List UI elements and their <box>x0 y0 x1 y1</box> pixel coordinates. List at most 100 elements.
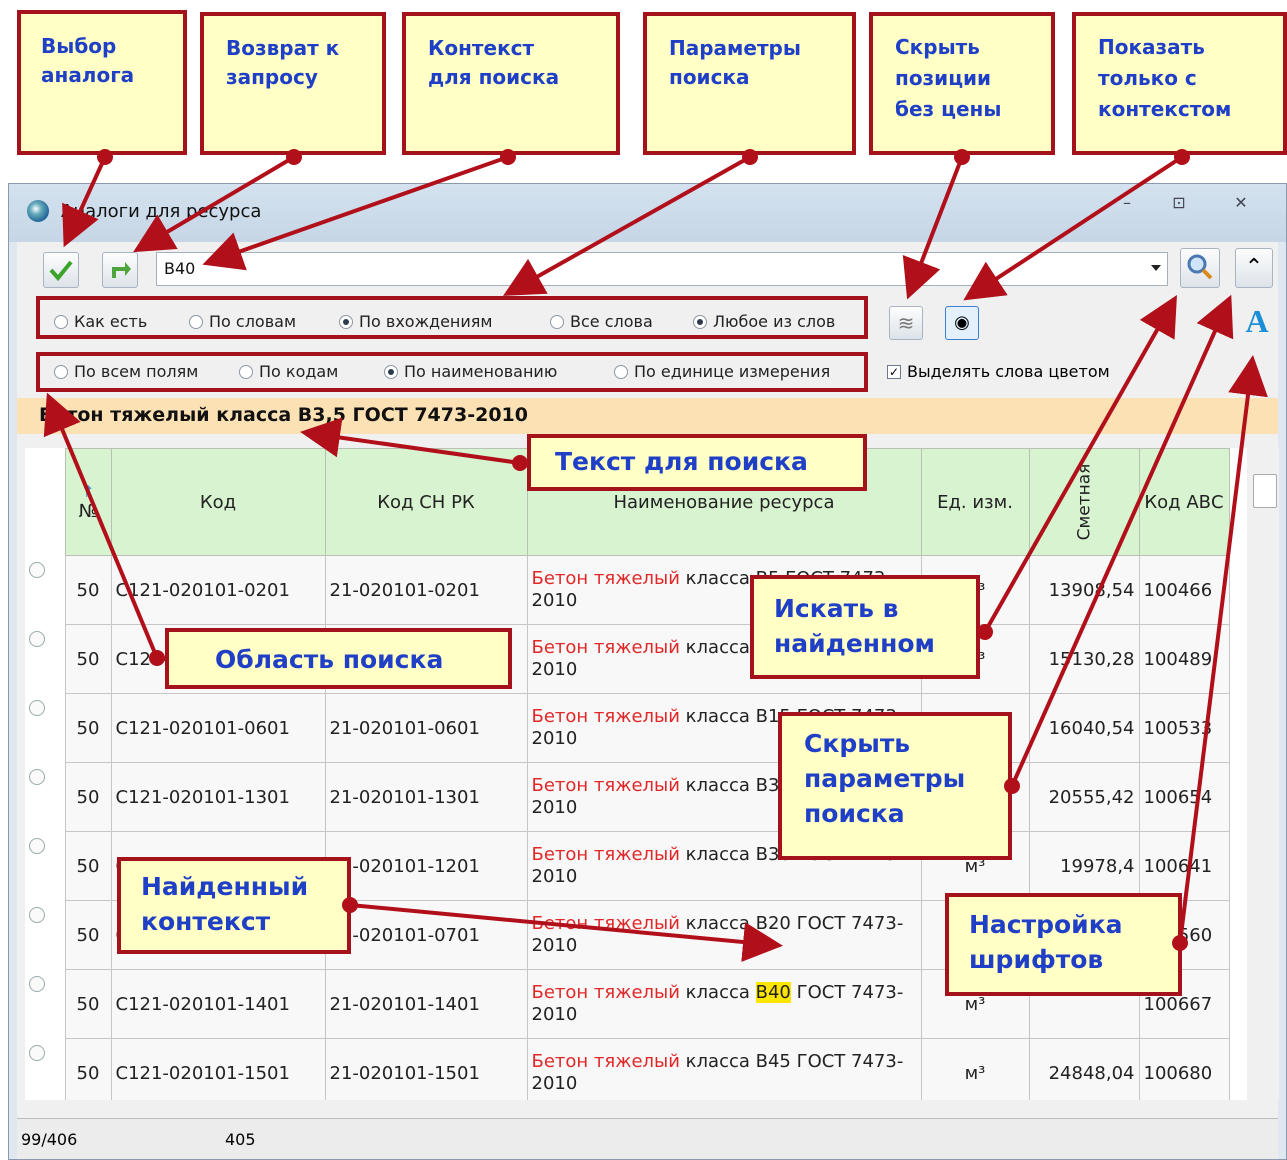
status-count: 405 <box>225 1130 256 1149</box>
radio-by-name[interactable]: По наименованию <box>384 362 557 381</box>
header-estimate[interactable]: Сметная <box>1028 448 1140 556</box>
row-select-radio[interactable] <box>25 555 65 625</box>
cell-snrk-code: 21-020101-1201 <box>324 831 528 901</box>
row-select-radio[interactable] <box>25 969 65 1039</box>
cell-price: 15130,28 <box>1028 624 1140 694</box>
callout-search-params: Параметры поиска <box>643 12 856 155</box>
name-highlight: Бетон тяжелый <box>531 843 680 865</box>
magnifier-icon <box>1187 254 1213 280</box>
vertical-scrollbar[interactable] <box>1249 448 1279 1100</box>
row-select-radio[interactable] <box>25 693 65 763</box>
table-row[interactable]: 50 C121-020101-1501 21-020101-1501 Бетон тя… <box>25 1038 1230 1100</box>
header-code[interactable]: Код <box>110 448 326 556</box>
window-title: Аналоги для ресурса <box>61 201 262 222</box>
cell-price: 13908,54 <box>1028 555 1140 625</box>
cell-number: 50 <box>64 1038 112 1100</box>
cell-abc-code: 100680 <box>1138 1038 1230 1100</box>
cell-snrk-code: 21-020101-1501 <box>324 1038 528 1100</box>
cell-price: 24848,04 <box>1028 1038 1140 1100</box>
status-position: 99/406 <box>21 1130 78 1149</box>
coins-icon[interactable]: ≋ <box>889 306 923 340</box>
search-combobox[interactable]: B40 <box>156 252 1168 286</box>
table-row[interactable]: 50 C121-020101-1301 21-020101-1301 Бетон тя… <box>25 762 1230 832</box>
found-context-highlight: B40 <box>755 981 791 1003</box>
cell-abc-code: 100489 <box>1138 624 1230 694</box>
double-chevron-up-icon[interactable]: ⌃ <box>1235 248 1273 288</box>
radio-by-words[interactable]: По словам <box>189 312 296 331</box>
cell-price: 16040,54 <box>1028 693 1140 763</box>
callout-font-settings: Настройка шрифтов <box>945 893 1182 996</box>
header-snrk-code[interactable]: Код СН РК <box>324 448 528 556</box>
table-row[interactable]: 50 C121-020101-0601 21-020101-0601 Бетон тя… <box>25 693 1230 763</box>
cell-number: 50 <box>64 900 112 970</box>
cell-abc-code: 100654 <box>1138 762 1230 832</box>
name-highlight: Бетон тяжелый <box>531 981 680 1003</box>
callout-hide-params: Скрыть параметры поиска <box>778 712 1012 860</box>
status-bar: 99/406 405 <box>17 1118 1278 1159</box>
close-button[interactable]: ✕ <box>1221 190 1261 216</box>
header-number[interactable]: ⇑ № <box>64 448 112 556</box>
minimize-button[interactable]: – <box>1107 190 1147 216</box>
select-column-header <box>25 448 65 556</box>
row-select-radio[interactable] <box>25 762 65 832</box>
radio-all-fields[interactable]: По всем полям <box>54 362 198 381</box>
callout-search-context: Контекст для поиска <box>402 12 620 155</box>
title-bar: Аналоги для ресурса – ⊡ ✕ <box>9 184 1286 242</box>
cell-number: 50 <box>64 762 112 832</box>
cell-resource-name: Бетон тяжелый класса B40 ГОСТ 7473-2010 <box>526 969 922 1039</box>
client-area: B40 ⌃ Как есть По словам По вхождениям В… <box>17 242 1279 1159</box>
radio-all-words[interactable]: Все слова <box>550 312 653 331</box>
highlight-words-checkbox[interactable]: ✓ Выделять слова цветом <box>887 362 1110 381</box>
cell-snrk-code: 21-020101-0601 <box>324 693 528 763</box>
callout-search-area: Область поиска <box>165 628 512 689</box>
font-settings-icon[interactable]: A <box>1237 302 1277 342</box>
row-select-radio[interactable] <box>25 624 65 694</box>
callout-show-only-context: Показать только с контекстом <box>1072 12 1287 155</box>
app-icon <box>27 200 49 222</box>
callout-return-to-query: Возврат к запросу <box>200 12 386 155</box>
radio-by-unit[interactable]: По единице измерения <box>614 362 830 381</box>
cell-number: 50 <box>64 693 112 763</box>
check-icon <box>49 260 73 282</box>
radio-as-is[interactable]: Как есть <box>54 312 147 331</box>
cell-abc-code: 100466 <box>1138 555 1230 625</box>
header-unit[interactable]: Ед. изм. <box>920 448 1030 556</box>
cell-price: 19978,4 <box>1028 831 1140 901</box>
callout-search-text: Текст для поиска <box>527 434 867 491</box>
row-select-radio[interactable] <box>25 1038 65 1100</box>
cell-price: 20555,42 <box>1028 762 1140 832</box>
sort-icon: ⇑ <box>81 482 95 501</box>
radio-by-occurrences[interactable]: По вхождениям <box>339 312 492 331</box>
cell-resource-name: Бетон тяжелый класса B20 ГОСТ 7473-2010 <box>526 900 922 970</box>
callout-hide-no-price: Скрыть позиции без цены <box>869 12 1055 155</box>
cell-code: C121-020101-0201 <box>110 555 326 625</box>
row-select-radio[interactable] <box>25 831 65 901</box>
select-analog-button[interactable] <box>43 252 79 288</box>
search-in-found-button[interactable] <box>1180 248 1220 288</box>
table-row[interactable]: 50 C121-020101-0201 21-020101-0201 Бетон тя… <box>25 555 1230 625</box>
radio-by-codes[interactable]: По кодам <box>239 362 338 381</box>
analogs-table: ⇑ № Код Код СН РК Наименование ресурса Ед… <box>25 448 1247 1100</box>
maximize-button[interactable]: ⊡ <box>1159 190 1199 216</box>
eye-icon[interactable]: ◉ <box>945 306 979 340</box>
return-arrow-icon <box>112 262 131 278</box>
cell-abc-code: 100641 <box>1138 831 1230 901</box>
cell-snrk-code: 21-020101-1301 <box>324 762 528 832</box>
search-text-bar: Бетон тяжелый класса B3,5 ГОСТ 7473-2010 <box>17 398 1278 434</box>
cell-number: 50 <box>64 969 112 1039</box>
cell-code: C121-020101-0601 <box>110 693 326 763</box>
header-abc-code[interactable]: Код АВС <box>1138 448 1230 556</box>
callout-found-context: Найденный контекст <box>117 857 351 954</box>
name-highlight: Бетон тяжелый <box>531 567 680 589</box>
callout-select-analog: Выбор аналога <box>17 10 187 155</box>
cell-snrk-code: 21-020101-0201 <box>324 555 528 625</box>
name-highlight: Бетон тяжелый <box>531 705 680 727</box>
chevron-down-icon[interactable] <box>1151 265 1161 271</box>
return-to-query-button[interactable] <box>102 252 138 288</box>
cell-code: C121-020101-1501 <box>110 1038 326 1100</box>
cell-code: C121-020101-1301 <box>110 762 326 832</box>
cell-number: 50 <box>64 624 112 694</box>
row-select-radio[interactable] <box>25 900 65 970</box>
scroll-thumb[interactable] <box>1253 474 1277 508</box>
radio-any-word[interactable]: Любое из слов <box>693 312 835 331</box>
